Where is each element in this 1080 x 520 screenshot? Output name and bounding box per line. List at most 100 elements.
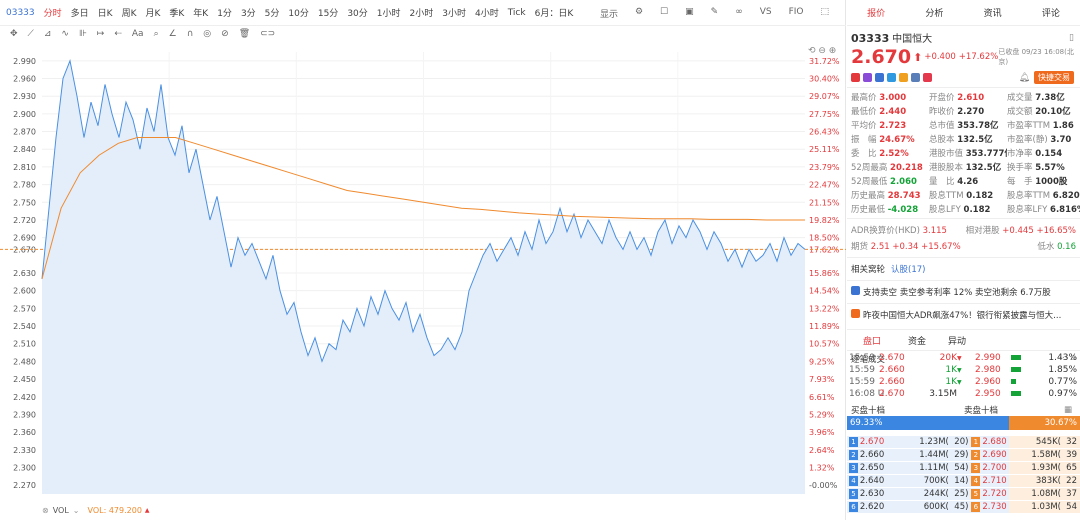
measure-tool-icon[interactable]: ↦ xyxy=(97,29,105,39)
period-tab[interactable]: 多日 xyxy=(71,6,89,19)
link-icon[interactable]: ∞ xyxy=(735,7,743,20)
stat-value: 132.5亿 xyxy=(957,135,993,145)
grid-icon[interactable]: ▦ xyxy=(1064,405,1072,415)
arrow-tool-icon[interactable]: ⇠ xyxy=(114,29,122,39)
stat-value: 5.57% xyxy=(1035,163,1065,173)
stat-value: -4.028 xyxy=(887,205,919,215)
tab-orderbook[interactable]: 盘口 xyxy=(847,334,897,347)
link-chart-icon[interactable]: ⊂⊃ xyxy=(260,29,275,39)
tab-news[interactable]: 资讯 xyxy=(964,6,1022,19)
trash-icon[interactable]: 🗑 xyxy=(239,29,250,39)
chevron-down-icon[interactable]: ⌄ xyxy=(73,506,80,515)
display-button[interactable]: 显示 xyxy=(600,7,618,20)
stat-label: 股息TTM xyxy=(929,191,964,201)
settings-icon[interactable]: ⊗ xyxy=(42,506,49,515)
period-dropdown[interactable]: 6月：日K xyxy=(535,6,574,19)
checkbox-icon[interactable]: ☐ xyxy=(660,7,668,20)
period-tab[interactable]: 3小时 xyxy=(442,6,466,19)
short-sell-icon xyxy=(851,286,860,295)
period-tab[interactable]: 4小时 xyxy=(475,6,499,19)
tab-capital[interactable]: 资金 xyxy=(897,334,937,347)
bell-icon[interactable]: 🔔︎ xyxy=(1019,73,1030,83)
caret-up-icon: ▲ xyxy=(144,506,150,514)
badge-icon[interactable] xyxy=(863,73,872,82)
pct-tick-label: 9.25% xyxy=(809,357,835,366)
pct-tick-label: 2.64% xyxy=(809,446,835,455)
heart-icon[interactable] xyxy=(923,73,932,82)
tab-comments[interactable]: 评论 xyxy=(1022,6,1080,19)
line-tool-icon[interactable]: ⟋ xyxy=(28,29,34,39)
camera-icon[interactable]: ▣ xyxy=(685,7,694,20)
gear-icon[interactable]: ⚙ xyxy=(635,7,643,20)
fast-trade-button[interactable]: 快捷交易 xyxy=(1034,71,1074,84)
lock-icon[interactable]: ⊘ xyxy=(221,29,229,39)
eye-icon[interactable]: ◎ xyxy=(203,29,211,39)
angle-tool-icon[interactable]: ∠ xyxy=(169,29,177,39)
period-tab[interactable]: 月K xyxy=(145,6,160,19)
period-tab[interactable]: 15分 xyxy=(318,6,338,19)
stat-cell: 成交额 20.10亿 xyxy=(1007,105,1080,117)
badge-icon[interactable] xyxy=(851,73,860,82)
layout-icon[interactable]: ▯ xyxy=(1069,33,1074,43)
expand-icon[interactable]: ⬚ xyxy=(820,7,829,20)
tab-analysis[interactable]: 分析 xyxy=(905,6,963,19)
brush-tool-icon[interactable]: ⌕ xyxy=(154,29,159,39)
pen-icon[interactable]: ✎ xyxy=(711,7,719,20)
vs-button[interactable]: VS xyxy=(760,7,772,20)
vol-label[interactable]: VOL xyxy=(53,506,69,515)
fio-button[interactable]: FIO xyxy=(789,7,804,20)
ask-volume: 545K( xyxy=(1035,437,1061,447)
period-tab[interactable]: 5分 xyxy=(265,6,280,19)
news-item[interactable]: 支持卖空 卖空参考利率 12% 卖空池剩余 6.7万股 xyxy=(847,284,1080,300)
trade-volume: 20K xyxy=(939,353,957,363)
y-tick-label: 2.870 xyxy=(13,128,36,137)
channel-tool-icon[interactable]: ⊿ xyxy=(44,29,52,39)
period-tab[interactable]: 季K xyxy=(169,6,184,19)
period-tab[interactable]: 年K xyxy=(193,6,208,19)
wave-tool-icon[interactable]: ∿ xyxy=(61,29,69,39)
magnet-icon[interactable]: ∩ xyxy=(187,29,194,39)
period-tab[interactable]: 1分 xyxy=(217,6,232,19)
period-tab[interactable]: 周K xyxy=(122,6,137,19)
chart-panel: 03333 分时 多日 日K 周K 月K 季K 年K 1分 3分 5分 10分 … xyxy=(0,0,846,520)
warrant-link[interactable]: 认股(17) xyxy=(891,263,925,275)
stock-code[interactable]: 03333 xyxy=(6,8,35,18)
ask-count: 37 xyxy=(1066,489,1077,499)
stat-cell: 市盈率(静) 3.70 xyxy=(1007,133,1080,145)
period-tab[interactable]: Tick xyxy=(508,8,526,18)
pct-tick-label: -0.00% xyxy=(809,481,838,490)
intraday-chart[interactable]: 2.990 31.72% 2.960 30.40% 2.930 29.07% 2.900 27… xyxy=(0,42,846,500)
period-tab[interactable]: 2小时 xyxy=(410,6,434,19)
stat-value: 132.5亿 xyxy=(965,163,1002,173)
news-item[interactable]: 昨夜中国恒大ADR飙涨47%！银行衔紧披露与恒大... xyxy=(847,307,1080,323)
trade-time: 15:59 xyxy=(849,353,875,363)
bid-level: 5 xyxy=(849,489,858,499)
stat-value: 0.154 xyxy=(1035,149,1063,159)
tab-activity[interactable]: 异动 xyxy=(937,334,977,347)
badge-icon[interactable] xyxy=(875,73,884,82)
stat-label: 总市值 xyxy=(929,121,955,131)
stat-label: 最低价 xyxy=(851,107,877,117)
crosshair-icon[interactable]: ✥ xyxy=(10,29,18,39)
badge-icon[interactable] xyxy=(899,73,908,82)
stat-cell: 52周最高 20.218 xyxy=(851,161,929,173)
bid-volume: 600K( xyxy=(923,502,949,512)
bid-price: 2.620 xyxy=(859,502,885,512)
tab-quote[interactable]: 报价 xyxy=(847,6,905,19)
fib-tool-icon[interactable]: ⊪ xyxy=(79,29,87,39)
badge-icon[interactable] xyxy=(911,73,920,82)
period-tab[interactable]: 30分 xyxy=(347,6,367,19)
stat-label: 总股本 xyxy=(929,135,955,145)
pct-tick-label: 19.82% xyxy=(809,216,840,225)
badge-icon[interactable] xyxy=(887,73,896,82)
period-tab[interactable]: 3分 xyxy=(241,6,256,19)
text-tool-icon[interactable]: Aa xyxy=(132,29,144,39)
period-tab[interactable]: 1小时 xyxy=(377,6,401,19)
stat-value: 2.52% xyxy=(879,149,909,159)
ask-level: 6 xyxy=(971,502,981,512)
stat-label: 股息率TTM xyxy=(1007,191,1051,201)
period-tab-intraday[interactable]: 分时 xyxy=(44,6,62,19)
period-tab[interactable]: 10分 xyxy=(288,6,308,19)
stat-value: 3.000 xyxy=(879,93,907,103)
period-tab[interactable]: 日K xyxy=(98,6,113,19)
